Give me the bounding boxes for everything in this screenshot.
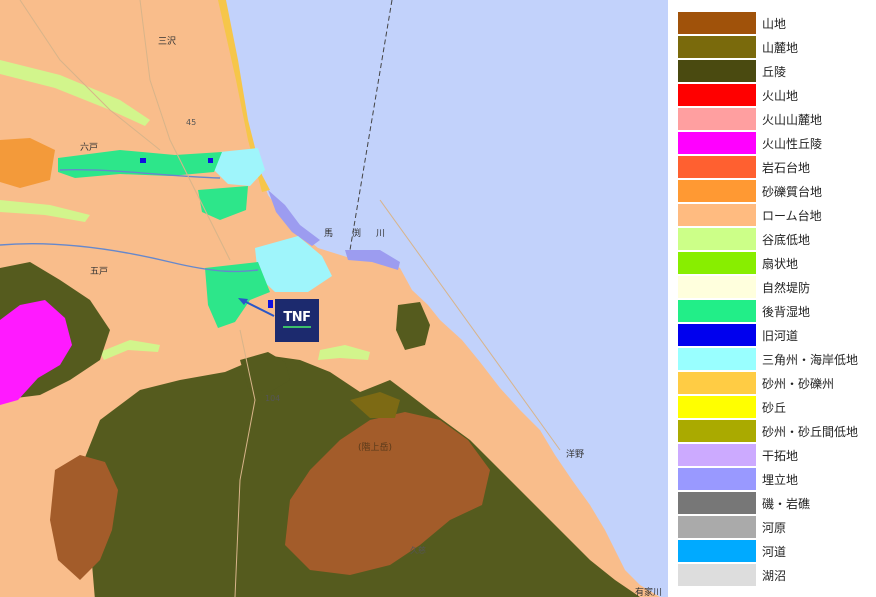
legend-label: 山麓地 (762, 41, 799, 55)
legend-label: 砂州・砂礫州 (762, 377, 835, 391)
legend-label: ローム台地 (762, 209, 822, 223)
legend-label: 湖沼 (762, 569, 787, 583)
legend-swatch (678, 12, 756, 34)
legend-label: 河道 (762, 545, 787, 559)
legend-label: 河原 (762, 521, 787, 535)
legend-swatch (678, 60, 756, 82)
landform-map[interactable]: TNF 三沢 六戸 五戸 馬 渕 川 洋野 有家川 (階上岳) 久慈 45 10… (0, 0, 668, 597)
place-label-kuji: 久慈 (410, 546, 426, 555)
legend-label: 岩石台地 (762, 161, 811, 175)
legend-label: 自然堤防 (762, 281, 811, 295)
legend-swatch (678, 540, 756, 562)
map-canvas (0, 0, 668, 597)
tnf-label: TNF (283, 310, 311, 325)
legend-swatch (678, 84, 756, 106)
legend-swatch (678, 276, 756, 298)
legend-swatch (678, 372, 756, 394)
legend-label: 火山地 (762, 89, 799, 103)
legend-swatch (678, 468, 756, 490)
legend-label: 三角州・海岸低地 (762, 353, 859, 367)
route-label-45: 45 (186, 118, 197, 127)
legend-swatch (678, 36, 756, 58)
legend-swatch (678, 252, 756, 274)
legend-label: 旧河道 (762, 329, 799, 343)
legend-swatch (678, 516, 756, 538)
place-label-hirono: 洋野 (566, 450, 585, 460)
map-legend: 山地 山麓地 丘陵 火山地 火山山麓地 火山性丘陵 岩石台地 砂礫質台地 ローム… (672, 0, 876, 597)
legend-label: 砂丘 (762, 401, 787, 415)
legend-label: 砂州・砂丘間低地 (762, 425, 859, 439)
legend-swatch (678, 492, 756, 514)
place-label-rokunohe: 六戸 (80, 143, 99, 153)
legend-swatch (678, 204, 756, 226)
legend-label: 火山山麓地 (762, 113, 823, 127)
river-label-fuchi: 渕 (352, 229, 362, 239)
legend-swatch (678, 156, 756, 178)
legend-swatch (678, 396, 756, 418)
tnf-underline (283, 326, 311, 328)
place-label-hashikami: (階上岳) (358, 443, 393, 453)
place-label-arigegawa: 有家川 (635, 588, 663, 597)
legend-swatch (678, 228, 756, 250)
legend-swatch (678, 564, 756, 586)
tnf-location-marker[interactable]: TNF (275, 299, 319, 342)
legend-swatch (678, 348, 756, 370)
legend-label: 後背湿地 (762, 305, 811, 319)
river-label-ma: 馬 (324, 229, 334, 239)
legend-label: 磯・岩礁 (762, 497, 811, 511)
river-label-kawa: 川 (376, 229, 386, 239)
legend-swatch (678, 324, 756, 346)
legend-label: 山地 (762, 17, 787, 31)
legend-swatch (678, 132, 756, 154)
legend-swatch (678, 444, 756, 466)
place-label-misawa: 三沢 (158, 37, 177, 47)
legend-label: 扇状地 (762, 257, 799, 271)
legend-swatch (678, 420, 756, 442)
legend-swatch (678, 300, 756, 322)
legend-label: 砂礫質台地 (762, 185, 823, 199)
place-label-gonohe: 五戸 (90, 267, 109, 277)
legend-swatch (678, 108, 756, 130)
legend-label: 干拓地 (762, 449, 799, 463)
legend-label: 谷底低地 (762, 233, 811, 247)
legend-label: 丘陵 (762, 65, 787, 79)
route-label-104: 104 (265, 394, 281, 403)
legend-swatch (678, 180, 756, 202)
legend-label: 埋立地 (762, 473, 799, 487)
legend-label: 火山性丘陵 (762, 137, 823, 151)
